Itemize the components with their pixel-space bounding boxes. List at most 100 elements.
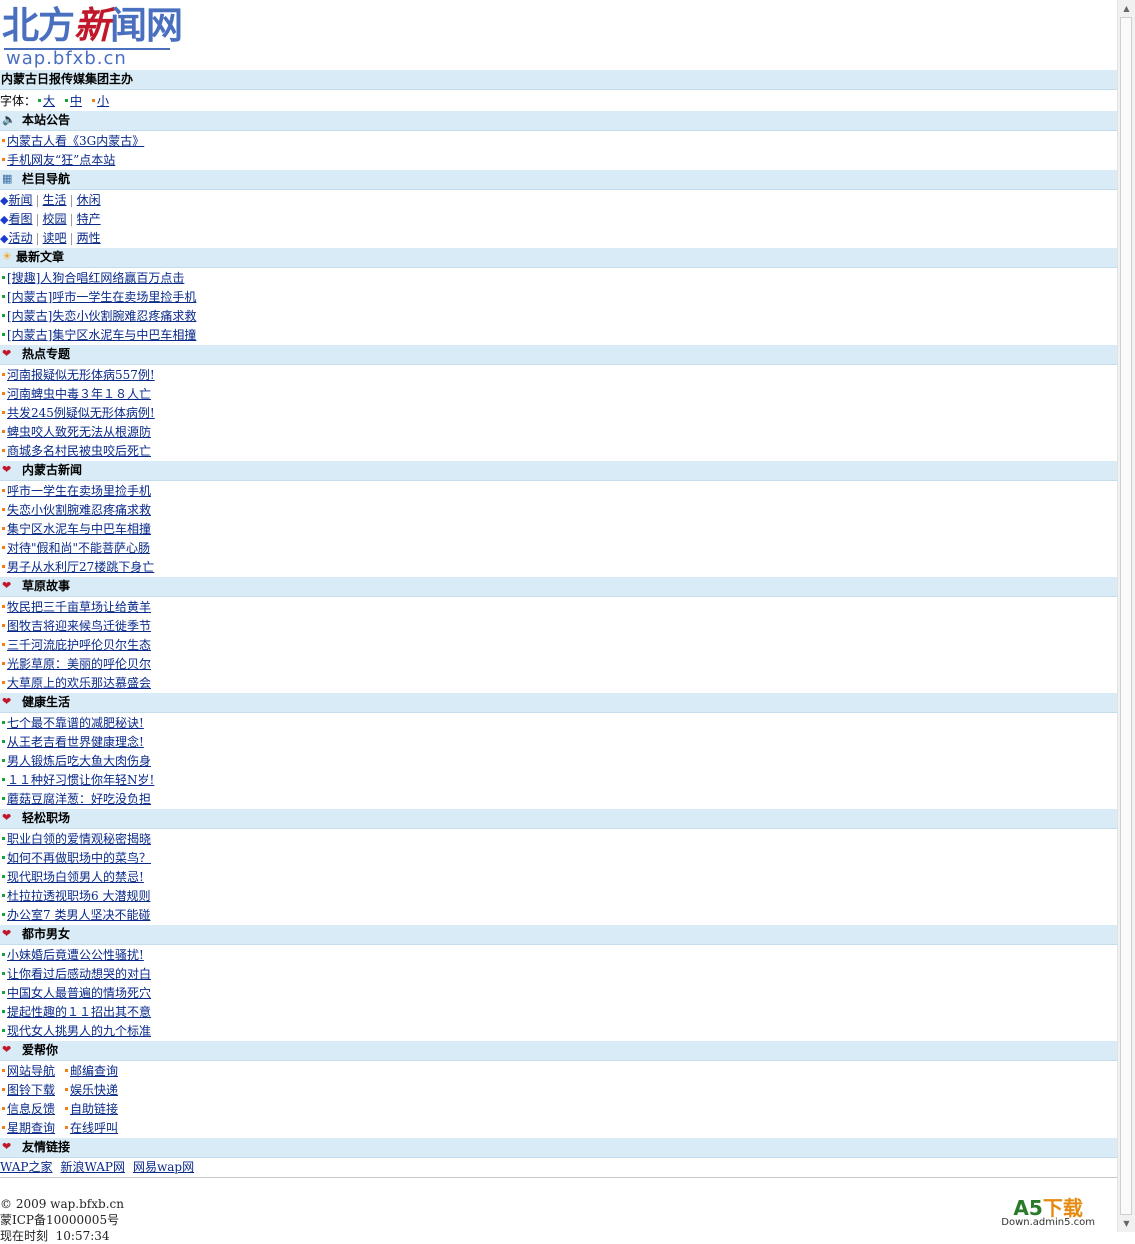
nav-link[interactable]: 看图 — [8, 212, 32, 226]
section-header: ❤ 都市男女 — [0, 925, 1118, 945]
friend-link[interactable]: WAP之家 — [0, 1160, 52, 1174]
heart-icon: ❤ — [2, 1140, 12, 1153]
article-link[interactable]: [搜趣]人狗合唱红网络赢百万点击 — [7, 271, 184, 285]
bullet-icon — [2, 373, 5, 376]
section-header: ❤ 轻松职场 — [0, 809, 1118, 829]
friend-link[interactable]: 新浪WAP网 — [60, 1160, 124, 1174]
section-title: 爱帮你 — [22, 1043, 59, 1057]
article-link[interactable]: 从王老吉看世界健康理念! — [7, 735, 144, 749]
nav-link[interactable]: 生活 — [43, 193, 67, 207]
vertical-scrollbar[interactable]: ▲ ▼ — [1117, 0, 1135, 1232]
article-link[interactable]: 蘑菇豆腐洋葱：好吃没负担 — [7, 792, 151, 806]
bullet-icon — [2, 605, 5, 608]
article-link[interactable]: 呼市一学生在卖场里捡手机 — [7, 484, 151, 498]
list-item: 如何不再做职场中的菜鸟？ — [0, 849, 1118, 868]
help-link[interactable]: 娱乐快递 — [70, 1083, 118, 1097]
article-link[interactable]: 大草原上的欢乐那达慕盛会 — [7, 676, 151, 690]
font-size-medium-link[interactable]: 中 — [70, 94, 82, 108]
grid-icon: ▦ — [2, 172, 13, 185]
article-link[interactable]: 男人锻炼后吃大鱼大肉伤身 — [7, 754, 151, 768]
bullet-icon — [2, 333, 5, 336]
nav-link[interactable]: 读吧 — [43, 231, 67, 245]
scroll-down-icon[interactable]: ▼ — [1118, 1215, 1135, 1232]
article-link[interactable]: 让你看过后感动想哭的对白 — [7, 967, 151, 981]
article-link[interactable]: 牧民把三千亩草场让给黄羊 — [7, 600, 151, 614]
help-link[interactable]: 信息反馈 — [7, 1102, 55, 1116]
font-size-small-link[interactable]: 小 — [97, 94, 109, 108]
article-link[interactable]: 小妹婚后竟遭公公性骚扰! — [7, 948, 144, 962]
article-link[interactable]: [内蒙古]呼市一学生在卖场里捡手机 — [7, 290, 196, 304]
article-link[interactable]: 提起性趣的１１招出其不意 — [7, 1005, 151, 1019]
help-link[interactable]: 自助链接 — [70, 1102, 118, 1116]
article-link[interactable]: 男子从水利厅27楼跳下身亡 — [7, 560, 154, 574]
notice-link[interactable]: 手机网友“狂”点本站 — [7, 153, 115, 167]
article-link[interactable]: 光影草原：美丽的呼伦贝尔 — [7, 657, 151, 671]
list-item: [内蒙古]集宁区水泥车与中巴车相撞 — [0, 326, 1118, 345]
bullet-icon — [2, 295, 5, 298]
article-link[interactable]: 共发245例疑似无形体病例! — [7, 406, 155, 420]
nav-link[interactable]: 新闻 — [8, 193, 32, 207]
nav-link[interactable]: 休闲 — [77, 193, 101, 207]
help-row: 星期查询 在线呼叫 — [0, 1119, 1118, 1138]
article-link[interactable]: １１种好习惯让你年轻N岁! — [7, 773, 154, 787]
font-size-label: 字体： — [0, 94, 37, 108]
article-link[interactable]: 三千河流庇护呼伦贝尔生态 — [7, 638, 151, 652]
nav-row: ◆新闻 | 生活 | 休闲 — [0, 193, 101, 207]
section-list: 七个最不靠谱的减肥秘诀! 从王老吉看世界健康理念! 男人锻炼后吃大鱼大肉伤身 １１种好… — [0, 713, 1118, 809]
section-title: 轻松职场 — [22, 811, 71, 825]
list-item: 从王老吉看世界健康理念! — [0, 733, 1118, 752]
article-link[interactable]: 对待"假和尚"不能菩萨心肠 — [7, 541, 150, 555]
section-list: 职业白领的爱情观秘密揭晓 如何不再做职场中的菜鸟？ 现代职场白领男人的禁忌! 杜拉拉透… — [0, 829, 1118, 925]
article-link[interactable]: 失恋小伙割腕难忍疼痛求救 — [7, 503, 151, 517]
list-item: 男人锻炼后吃大鱼大肉伤身 — [0, 752, 1118, 771]
nav-link[interactable]: 特产 — [77, 212, 101, 226]
help-link[interactable]: 在线呼叫 — [70, 1121, 118, 1135]
font-size-large-link[interactable]: 大 — [43, 94, 55, 108]
article-link[interactable]: 杜拉拉透视职场6 大潜规则 — [7, 889, 150, 903]
article-link[interactable]: 职业白领的爱情观秘密揭晓 — [7, 832, 151, 846]
bullet-icon — [2, 624, 5, 627]
site-logo[interactable]: 北方新闻网 wap.bfxb.cn — [0, 0, 1118, 70]
scroll-up-icon[interactable]: ▲ — [1118, 0, 1135, 17]
article-link[interactable]: 河南报疑似无形体病557例! — [7, 368, 155, 382]
bullet-icon — [2, 1107, 5, 1110]
article-link[interactable]: [内蒙古]集宁区水泥车与中巴车相撞 — [7, 328, 196, 342]
article-link[interactable]: 河南蜱虫中毒３年１８人亡 — [7, 387, 151, 401]
bullet-icon — [2, 276, 5, 279]
help-link[interactable]: 网站导航 — [7, 1064, 55, 1078]
article-link[interactable]: [内蒙古]失恋小伙割腕难忍疼痛求救 — [7, 309, 196, 323]
article-link[interactable]: 如何不再做职场中的菜鸟？ — [7, 851, 151, 865]
article-link[interactable]: 七个最不靠谱的减肥秘诀! — [7, 716, 144, 730]
nav-link[interactable]: 校园 — [43, 212, 67, 226]
article-link[interactable]: 现代女人挑男人的九个标准 — [7, 1024, 151, 1038]
article-link[interactable]: 图牧吉将迎来候鸟迁徙季节 — [7, 619, 151, 633]
nav-grid: ◆新闻 | 生活 | 休闲 ◆看图 | 校园 | 特产 ◆活动 | 读吧 | 两性 — [0, 190, 1118, 248]
scrollbar-thumb[interactable] — [1120, 17, 1132, 1215]
article-link[interactable]: 蜱虫咬人致死无法从根源防 — [7, 425, 151, 439]
bullet-icon — [2, 508, 5, 511]
article-link[interactable]: 办公室7 类男人坚决不能碰 — [7, 908, 150, 922]
bullet-icon — [2, 411, 5, 414]
article-link[interactable]: 商城多名村民被虫咬后死亡 — [7, 444, 151, 458]
article-link[interactable]: 现代职场白领男人的禁忌! — [7, 870, 144, 884]
help-link[interactable]: 星期查询 — [7, 1121, 55, 1135]
nav-link[interactable]: 两性 — [77, 231, 101, 245]
nav-link[interactable]: 活动 — [8, 231, 32, 245]
bullet-icon — [2, 972, 5, 975]
friend-link[interactable]: 网易wap网 — [133, 1160, 194, 1174]
list-item: 手机网友“狂”点本站 — [0, 151, 1118, 170]
bullet-icon — [2, 527, 5, 530]
article-link[interactable]: 中国女人最普遍的情场死穴 — [7, 986, 151, 1000]
bullet-icon — [2, 139, 5, 142]
bullet-icon — [2, 565, 5, 568]
bullet-icon — [2, 1126, 5, 1129]
bullet-icon — [2, 913, 5, 916]
section-header: ❤ 草原故事 — [0, 577, 1118, 597]
article-link[interactable]: 集宁区水泥车与中巴车相撞 — [7, 522, 151, 536]
section-title: 友情链接 — [22, 1140, 71, 1154]
nav-row: ◆看图 | 校园 | 特产 — [0, 212, 101, 226]
help-link[interactable]: 图铃下载 — [7, 1083, 55, 1097]
help-link[interactable]: 邮编查询 — [70, 1064, 118, 1078]
notice-link[interactable]: 内蒙古人看《3G内蒙古》 — [7, 134, 144, 148]
section-title: 栏目导航 — [22, 172, 71, 186]
